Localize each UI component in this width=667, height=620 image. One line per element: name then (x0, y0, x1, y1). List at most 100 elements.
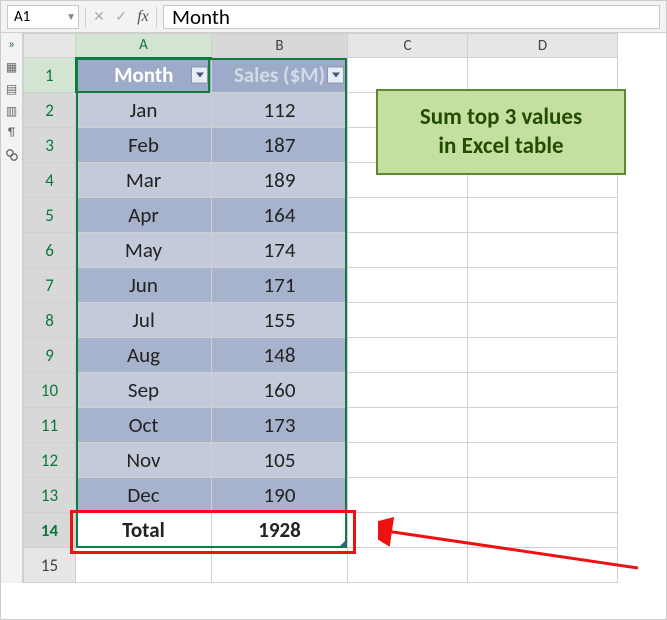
cell[interactable]: 105 (212, 443, 348, 478)
column-header-C[interactable]: C (348, 34, 468, 58)
total-row: 14 Total 1928 (24, 513, 618, 548)
total-label-cell[interactable]: Total (76, 513, 212, 548)
cell[interactable] (348, 478, 468, 513)
cell[interactable] (76, 548, 212, 583)
row-header[interactable]: 2 (24, 93, 76, 128)
cell[interactable]: Mar (76, 163, 212, 198)
cell[interactable] (468, 443, 618, 478)
cell[interactable] (468, 58, 618, 93)
formula-bar: A1 ▼ ✕ ✓ fx Month (1, 1, 666, 33)
cell[interactable] (468, 548, 618, 583)
column-header-D[interactable]: D (468, 34, 618, 58)
cell[interactable] (468, 513, 618, 548)
rail-text-icon[interactable]: ¶ (4, 126, 20, 140)
filter-dropdown-icon[interactable] (327, 67, 344, 84)
cell[interactable]: 160 (212, 373, 348, 408)
cell[interactable] (468, 478, 618, 513)
cell[interactable] (348, 548, 468, 583)
cell[interactable]: 173 (212, 408, 348, 443)
cell[interactable]: 112 (212, 93, 348, 128)
cell[interactable]: 164 (212, 198, 348, 233)
cell[interactable]: 148 (212, 338, 348, 373)
row-header[interactable]: 11 (24, 408, 76, 443)
cell[interactable] (468, 408, 618, 443)
formula-input[interactable]: Month (163, 5, 660, 29)
row-header[interactable]: 6 (24, 233, 76, 268)
row-header[interactable]: 7 (24, 268, 76, 303)
name-box-value: A1 (14, 8, 30, 26)
cell[interactable]: Apr (76, 198, 212, 233)
cell[interactable]: Sep (76, 373, 212, 408)
table-resize-handle-icon[interactable] (339, 539, 346, 546)
callout-line1: Sum top 3 values (388, 103, 614, 132)
cell[interactable]: Feb (76, 128, 212, 163)
cell[interactable] (348, 408, 468, 443)
rail-pivot-icon[interactable]: ▤ (4, 82, 20, 96)
cell[interactable]: 171 (212, 268, 348, 303)
cell[interactable] (348, 198, 468, 233)
rail-table-icon[interactable]: ▦ (4, 60, 20, 74)
cell[interactable] (348, 443, 468, 478)
cell[interactable] (468, 373, 618, 408)
row-header[interactable]: 15 (24, 548, 76, 583)
column-header-B[interactable]: B (212, 34, 348, 58)
cell[interactable]: Nov (76, 443, 212, 478)
cell[interactable]: 174 (212, 233, 348, 268)
row-header[interactable]: 12 (24, 443, 76, 478)
select-all-corner[interactable] (24, 34, 76, 58)
cell[interactable]: Jan (76, 93, 212, 128)
cell[interactable] (348, 338, 468, 373)
cell[interactable]: May (76, 233, 212, 268)
table-header-sales[interactable]: Sales ($M) (212, 58, 348, 93)
name-box-dropdown-icon[interactable]: ▼ (66, 10, 76, 23)
total-value-cell[interactable]: 1928 (212, 513, 348, 548)
table-row: 7Jun171 (24, 268, 618, 303)
cell[interactable] (348, 233, 468, 268)
name-box[interactable]: A1 ▼ (7, 5, 79, 29)
cell[interactable] (348, 58, 468, 93)
table-row: 8Jul155 (24, 303, 618, 338)
cell[interactable]: 187 (212, 128, 348, 163)
cell[interactable] (468, 303, 618, 338)
expand-pane-icon[interactable]: » (8, 37, 15, 52)
filter-dropdown-icon[interactable] (191, 67, 208, 84)
cell[interactable]: Jul (76, 303, 212, 338)
enter-icon: ✓ (110, 5, 132, 29)
row-header[interactable]: 9 (24, 338, 76, 373)
rail-sheet-icon[interactable]: ▥ (4, 104, 20, 118)
cell[interactable] (468, 233, 618, 268)
cell[interactable] (348, 373, 468, 408)
left-rail: » ▦ ▤ ▥ ¶ (1, 33, 23, 583)
cell[interactable] (468, 338, 618, 373)
cell[interactable] (348, 268, 468, 303)
cell[interactable] (212, 548, 348, 583)
row-header[interactable]: 13 (24, 478, 76, 513)
cell[interactable]: Oct (76, 408, 212, 443)
rail-find-icon[interactable] (4, 148, 20, 162)
row-header[interactable]: 14 (24, 513, 76, 548)
cell[interactable]: Aug (76, 338, 212, 373)
formula-buttons: ✕ ✓ fx (83, 5, 159, 29)
row-header[interactable]: 8 (24, 303, 76, 338)
column-headers: A B C D (24, 34, 618, 58)
table-header-month[interactable]: Month (76, 58, 212, 93)
cell[interactable] (468, 198, 618, 233)
cell[interactable] (468, 268, 618, 303)
row-header[interactable]: 3 (24, 128, 76, 163)
row-header[interactable]: 1 (24, 58, 76, 93)
cell[interactable]: 189 (212, 163, 348, 198)
row-header[interactable]: 5 (24, 198, 76, 233)
cell[interactable]: Dec (76, 478, 212, 513)
cell[interactable]: 155 (212, 303, 348, 338)
row-header[interactable]: 10 (24, 373, 76, 408)
column-header-A[interactable]: A (76, 34, 212, 58)
table-row: 12Nov105 (24, 443, 618, 478)
cell[interactable] (348, 513, 468, 548)
row-header[interactable]: 4 (24, 163, 76, 198)
cell[interactable]: Jun (76, 268, 212, 303)
cell[interactable]: 190 (212, 478, 348, 513)
table-row: 11Oct173 (24, 408, 618, 443)
fx-icon[interactable]: fx (132, 5, 154, 29)
callout-line2: in Excel table (388, 132, 614, 161)
cell[interactable] (348, 303, 468, 338)
